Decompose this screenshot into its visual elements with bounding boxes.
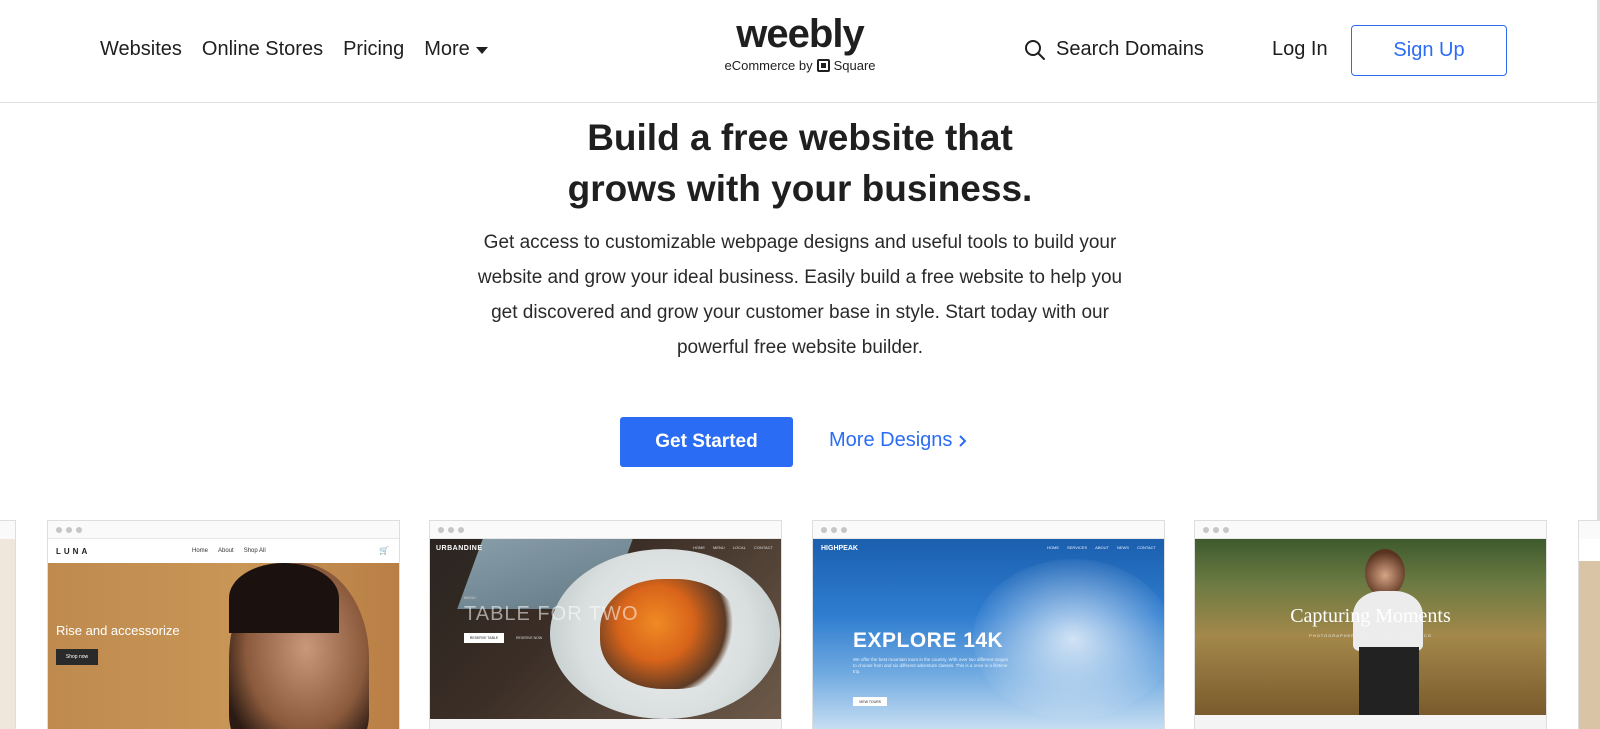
template-link: RESERVE NOW	[516, 636, 543, 640]
nav-more-label: More	[424, 38, 470, 60]
template-nav-link: SERVICES	[1067, 545, 1088, 550]
browser-bar	[813, 521, 1164, 539]
window-dot-icon	[1223, 526, 1229, 533]
template-card-luna[interactable]: LUNA Home About Shop All 🛒 Rise and acce…	[47, 520, 400, 729]
template-brand: LUNA	[56, 547, 91, 556]
template-nav-link: Home	[192, 548, 209, 554]
browser-bar	[430, 521, 781, 539]
template-subtitle: PHOTOGRAPHER BASED IN SAN FRANCISCO	[1309, 633, 1432, 638]
template-nav-link: LOCAL	[732, 545, 746, 550]
template-card-capturing-moments[interactable]: Capturing Moments PHOTOGRAPHER BASED IN …	[1194, 520, 1547, 729]
person-head	[1365, 549, 1405, 597]
get-started-button[interactable]: Get Started	[620, 417, 793, 467]
template-nav-link: HOME	[1047, 545, 1060, 550]
template-nav-link: CONTACT	[1136, 545, 1156, 550]
window-dot-icon	[448, 526, 454, 533]
window-dot-icon	[841, 526, 847, 533]
chevron-right-icon	[959, 434, 967, 447]
signup-button[interactable]: Sign Up	[1351, 25, 1507, 76]
template-nav-links: HOME SERVICES ABOUT NEWS CONTACT	[1047, 545, 1156, 550]
person-pants	[1359, 647, 1419, 715]
template-card-partial-left[interactable]	[0, 520, 16, 729]
window-dot-icon	[1203, 526, 1209, 533]
template-preview: URBANDINE HOME MENU LOCAL CONTACT MENU T…	[430, 539, 781, 719]
nav-websites[interactable]: Websites	[100, 38, 182, 61]
template-headline: TABLE FOR TWO	[464, 603, 639, 625]
nav-more[interactable]: More	[424, 38, 488, 61]
template-card-urbandine[interactable]: URBANDINE HOME MENU LOCAL CONTACT MENU T…	[429, 520, 782, 729]
search-domains-link[interactable]: Search Domains	[1024, 38, 1204, 61]
template-preview: HIGHPEAK HOME SERVICES ABOUT NEWS CONTAC…	[813, 539, 1164, 729]
portrait-hair	[229, 563, 339, 633]
template-brand: URBANDINE	[436, 545, 483, 552]
template-hero-image: Rise and accessorize Shop now	[48, 563, 399, 729]
template-nav: LUNA Home About Shop All 🛒	[48, 539, 399, 563]
square-logo-icon	[816, 59, 830, 72]
template-brand: HIGHPEAK	[821, 545, 858, 552]
template-headline: Rise and accessorize	[56, 623, 180, 638]
browser-bar	[1195, 521, 1546, 539]
window-dot-icon	[438, 526, 444, 533]
template-button: Shop now	[56, 649, 98, 665]
window-dot-icon	[56, 526, 62, 533]
login-link[interactable]: Log In	[1272, 38, 1328, 61]
hero-title: Build a free website that grows with you…	[440, 112, 1160, 214]
more-designs-label: More Designs	[829, 429, 953, 451]
template-button: RESERVE TABLE	[464, 633, 504, 643]
window-dot-icon	[821, 526, 827, 533]
nav-pricing[interactable]: Pricing	[343, 38, 404, 61]
template-nav-links: Home About Shop All	[192, 548, 266, 554]
logo-tagline: eCommerce by Square	[718, 58, 882, 73]
more-designs-link[interactable]: More Designs	[829, 429, 968, 452]
template-preview: LUNA Home About Shop All 🛒 Rise and acce…	[48, 539, 399, 729]
hero-description: Get access to customizable webpage desig…	[477, 232, 1123, 358]
food-image	[600, 579, 740, 689]
template-nav-link: ABOUT	[1095, 545, 1109, 550]
template-kicker: MENU	[464, 595, 476, 600]
template-button: VIEW TOURS	[853, 697, 887, 706]
weebly-logo[interactable]: weebly eCommerce by Square	[718, 14, 882, 73]
hero-title-line-1: Build a free website that	[587, 117, 1013, 158]
search-icon	[1025, 39, 1045, 60]
browser-bar	[48, 521, 399, 539]
window-dot-icon	[831, 526, 837, 533]
caret-down-icon	[475, 47, 488, 54]
template-description: We offer the best mountain tours in the …	[853, 657, 1009, 674]
template-nav-links: HOME MENU LOCAL CONTACT	[693, 545, 773, 550]
template-card-highpeak[interactable]: HIGHPEAK HOME SERVICES ABOUT NEWS CONTAC…	[812, 520, 1165, 729]
template-preview: Capturing Moments PHOTOGRAPHER BASED IN …	[1195, 539, 1546, 715]
hero-title-line-2: grows with your business.	[567, 168, 1033, 209]
template-nav-link: About	[218, 548, 234, 554]
nav-online-stores[interactable]: Online Stores	[202, 38, 323, 61]
template-nav-link: NEWS	[1116, 545, 1129, 550]
main-nav: Websites Online Stores Pricing More	[100, 38, 488, 61]
logo-wordmark: weebly	[736, 12, 864, 56]
template-card-partial-right[interactable]	[1578, 520, 1600, 729]
search-domains-label: Search Domains	[1056, 38, 1204, 60]
window-dot-icon	[66, 526, 72, 533]
site-header: Websites Online Stores Pricing More weeb…	[0, 0, 1600, 103]
logo-tagline-brand: Square	[833, 58, 876, 73]
template-nav-link: Shop All	[243, 548, 266, 554]
window-dot-icon	[458, 526, 464, 533]
template-headline: Capturing Moments	[1290, 605, 1451, 627]
template-nav-link: CONTACT	[753, 545, 773, 550]
window-dot-icon	[1213, 526, 1219, 533]
template-nav-link: MENU	[713, 545, 725, 550]
window-dot-icon	[76, 526, 82, 533]
logo-tagline-prefix: eCommerce by	[724, 58, 813, 73]
template-headline: EXPLORE 14K	[853, 629, 1004, 652]
cart-icon: 🛒	[379, 546, 389, 555]
template-nav-link: HOME	[693, 545, 706, 550]
